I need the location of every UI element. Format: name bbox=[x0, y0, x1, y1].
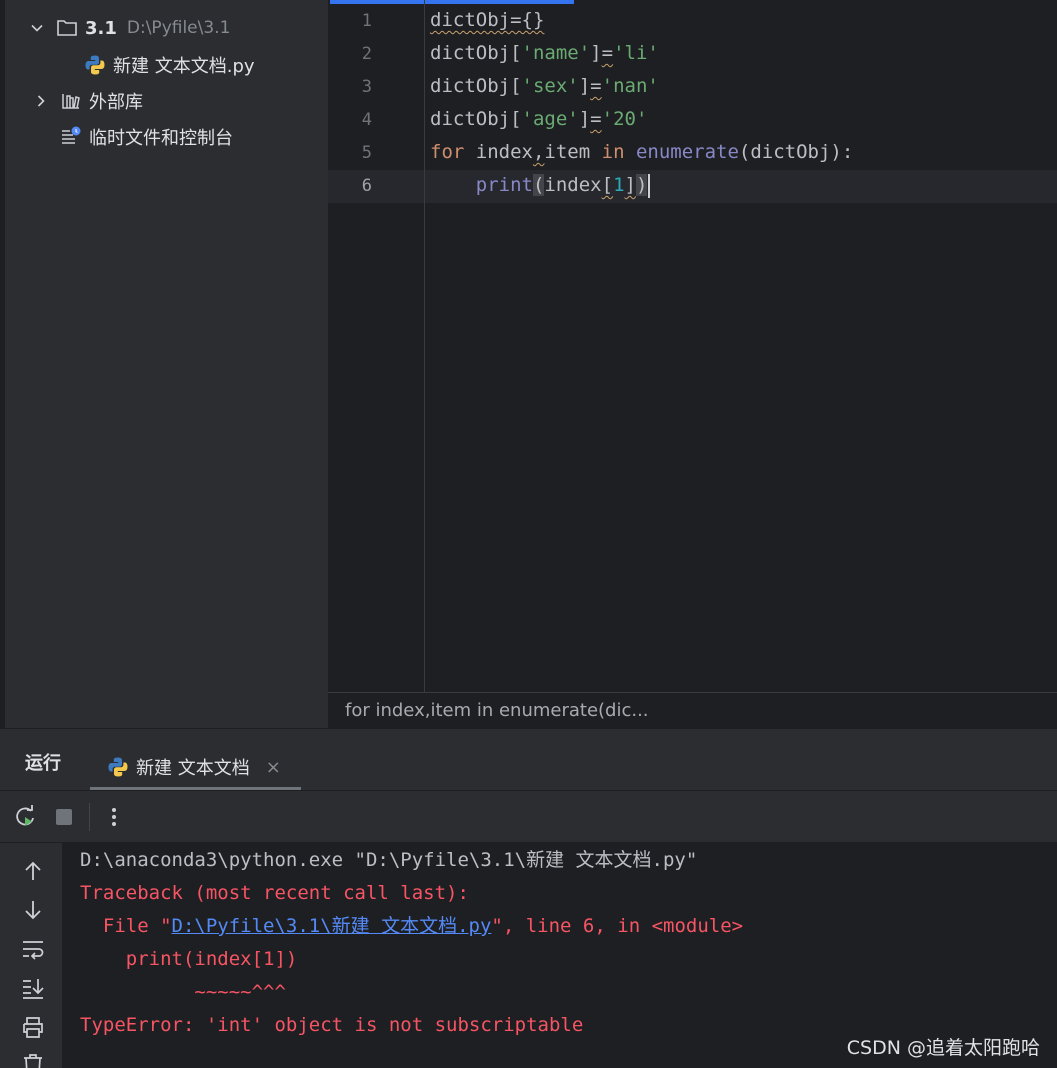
code-line-3[interactable]: dictObj['sex']='nan' bbox=[430, 70, 659, 103]
line-number: 2 bbox=[361, 44, 372, 64]
console-code-line: print(index[1]) bbox=[80, 948, 298, 970]
scratches-label: 临时文件和控制台 bbox=[89, 128, 233, 149]
line-number: 3 bbox=[361, 77, 372, 97]
scroll-to-end-icon[interactable] bbox=[19, 974, 47, 1002]
run-tab-underline bbox=[90, 787, 301, 790]
stop-icon[interactable] bbox=[51, 804, 77, 830]
code-line-1[interactable]: dictObj={} bbox=[430, 4, 544, 37]
code-breadcrumb[interactable]: for index,item in enumerate(dic... bbox=[328, 692, 1057, 728]
arrow-down-icon[interactable] bbox=[19, 896, 47, 924]
code-line-4[interactable]: dictObj['age']='20' bbox=[430, 103, 647, 136]
arrow-up-icon[interactable] bbox=[19, 857, 47, 885]
console-file-line: File "D:\Pyfile\3.1\新建 文本文档.py", line 6,… bbox=[80, 910, 743, 943]
python-file-icon bbox=[107, 756, 129, 778]
code-line-6[interactable]: print(index[1]) bbox=[430, 169, 651, 202]
scratches-icon bbox=[59, 125, 83, 149]
folder-path: D:\Pyfile\3.1 bbox=[126, 18, 231, 38]
watermark: CSDN @追着太阳跑哈 bbox=[846, 1037, 1040, 1059]
tree-item-scratches[interactable]: 临时文件和控制台 bbox=[59, 119, 233, 155]
file-path-link[interactable]: D:\Pyfile\3.1\新建 文本文档.py bbox=[172, 915, 492, 937]
print-icon[interactable] bbox=[19, 1013, 47, 1041]
run-panel: 运行 新建 文本文档 × D:\anaconda3\python.exe "D:… bbox=[0, 728, 1057, 1068]
library-icon bbox=[59, 89, 83, 113]
file-line-prefix: File " bbox=[80, 915, 172, 937]
close-icon[interactable]: × bbox=[266, 757, 281, 778]
run-toolbar bbox=[0, 791, 1057, 843]
code-line-2[interactable]: dictObj['name']='li' bbox=[430, 37, 659, 70]
run-panel-header: 运行 新建 文本文档 × bbox=[0, 729, 1057, 791]
console-traceback-header: Traceback (most recent call last): bbox=[80, 882, 469, 904]
line-number: 4 bbox=[361, 110, 372, 130]
text-caret bbox=[648, 173, 651, 198]
file-name: 新建 文本文档.py bbox=[113, 56, 255, 77]
run-config-tab[interactable]: 新建 文本文档 × bbox=[90, 743, 301, 791]
code-line-5[interactable]: for index,item in enumerate(dictObj): bbox=[430, 136, 853, 169]
file-line-suffix: ", line 6, in <module> bbox=[491, 915, 744, 937]
soft-wrap-icon[interactable] bbox=[19, 935, 47, 963]
project-panel: 3.1 D:\Pyfile\3.1 新建 文本文档.py 外部库 临时文件和控制… bbox=[0, 0, 328, 728]
folder-icon bbox=[55, 16, 79, 40]
line-number: 1 bbox=[361, 11, 372, 31]
external-libraries-label: 外部库 bbox=[89, 92, 143, 113]
console-error-message: TypeError: 'int' object is not subscript… bbox=[80, 1014, 584, 1036]
more-icon[interactable] bbox=[101, 804, 127, 830]
toolbar-separator bbox=[89, 803, 90, 831]
line-number: 5 bbox=[361, 143, 372, 163]
console-side-toolbar bbox=[0, 843, 62, 1068]
tree-item-external-libraries[interactable]: 外部库 bbox=[31, 83, 143, 119]
tree-item-file[interactable]: 新建 文本文档.py bbox=[83, 47, 255, 83]
line-number-gutter[interactable]: 1 2 3 4 5 6 bbox=[328, 0, 425, 692]
chevron-right-icon[interactable] bbox=[31, 91, 51, 111]
console-error-marker: ~~~~~^^^ bbox=[80, 981, 286, 1003]
rerun-icon[interactable] bbox=[13, 804, 39, 830]
trash-icon[interactable] bbox=[19, 1050, 47, 1068]
chevron-down-icon[interactable] bbox=[27, 18, 47, 38]
python-file-icon bbox=[83, 53, 107, 77]
folder-name: 3.1 bbox=[85, 17, 117, 39]
code-editor[interactable]: 1 2 3 4 5 6 dictObj={} dictObj['name']='… bbox=[328, 0, 1057, 728]
line-number-current: 6 bbox=[361, 176, 372, 196]
run-panel-title: 运行 bbox=[25, 753, 61, 774]
console-command-line: D:\anaconda3\python.exe "D:\Pyfile\3.1\新… bbox=[80, 849, 698, 871]
run-tab-label: 新建 文本文档 bbox=[136, 758, 250, 779]
tree-item-project-root[interactable]: 3.1 D:\Pyfile\3.1 bbox=[27, 10, 230, 46]
